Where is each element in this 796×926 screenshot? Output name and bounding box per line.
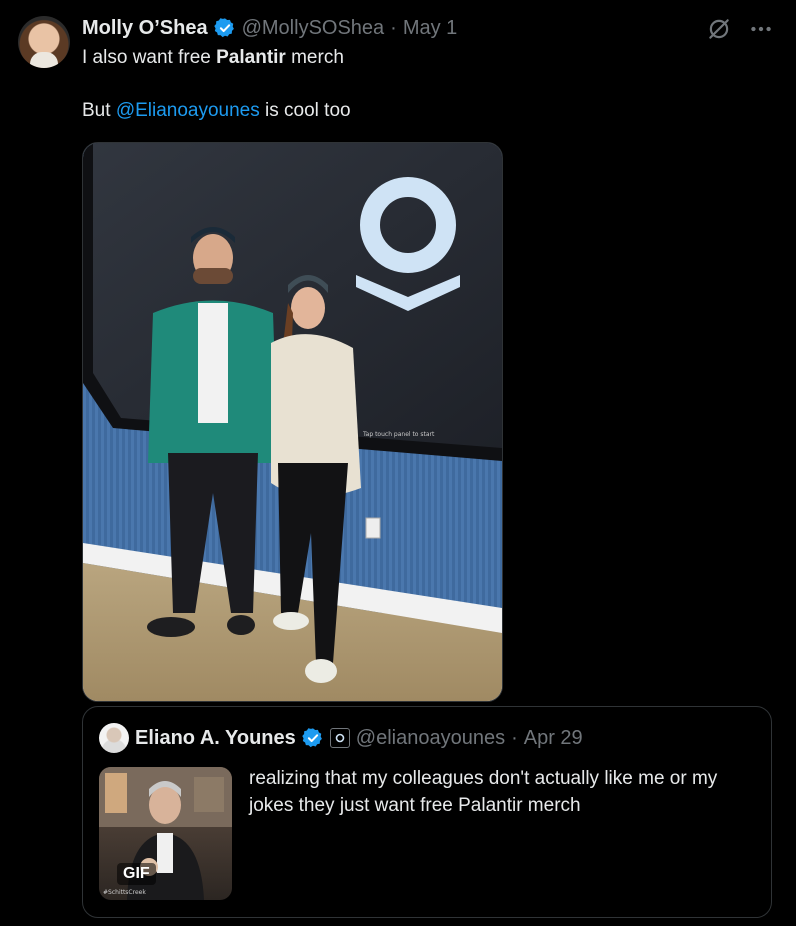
quoted-tweet-date[interactable]: Apr 29	[524, 727, 583, 750]
gif-thumbnail[interactable]: #SchittsCreek GIF	[99, 767, 232, 900]
tweet-text-bold: Palantir	[216, 47, 286, 68]
separator-dot: ·	[390, 16, 397, 39]
author-avatar[interactable]	[18, 16, 70, 68]
tweet-text-line-1: I also want free Palantir merch	[82, 45, 772, 71]
tweet-header: Molly O’Shea @MollySOShea · May 1	[82, 14, 457, 42]
tweet-photo[interactable]: Tap touch panel to start	[82, 142, 503, 702]
quoted-tweet[interactable]: Eliano A. Younes @elianoayounes · Apr 29	[82, 706, 772, 918]
quoted-tweet-text: realizing that my colleagues don't actua…	[249, 768, 718, 816]
author-display-name[interactable]: Molly O’Shea	[82, 17, 208, 40]
verified-badge-icon[interactable]	[213, 17, 236, 39]
tweet-text-part2: merch	[285, 47, 344, 68]
mention-link[interactable]: @Elianoayounes	[116, 100, 260, 121]
tweet: Molly O’Shea @MollySOShea · May 1 I also…	[0, 0, 796, 926]
verified-badge-icon[interactable]	[302, 727, 324, 749]
screen-caption: Tap touch panel to start	[362, 431, 435, 438]
more-icon[interactable]	[748, 16, 774, 42]
author-handle[interactable]: @MollySOShea	[242, 17, 385, 40]
tweet-text-prefix: But	[82, 100, 116, 121]
quoted-author-avatar[interactable]	[99, 723, 129, 753]
gif-watermark: #SchittsCreek	[103, 889, 146, 896]
separator-dot: ·	[511, 726, 518, 749]
grok-icon[interactable]	[706, 16, 732, 42]
tweet-text-suffix: is cool too	[259, 100, 351, 121]
tweet-actions	[706, 16, 774, 42]
photo-illustration: Tap touch panel to start	[83, 143, 502, 701]
wall-outlet	[365, 517, 381, 539]
tweet-date[interactable]: May 1	[403, 17, 457, 40]
tweet-text: I also want free Palantir merch But @Eli…	[82, 45, 772, 124]
tweet-text-part1: I also want free	[82, 47, 217, 68]
tweet-text-line-2: But @Elianoayounes is cool too	[82, 98, 772, 124]
quoted-author-display-name[interactable]: Eliano A. Younes	[135, 727, 296, 750]
affiliate-badge-icon[interactable]	[329, 728, 350, 748]
gif-label: GIF	[117, 863, 156, 885]
quoted-tweet-header: Eliano A. Younes @elianoayounes · Apr 29	[99, 723, 583, 753]
quoted-author-handle[interactable]: @elianoayounes	[356, 727, 505, 750]
